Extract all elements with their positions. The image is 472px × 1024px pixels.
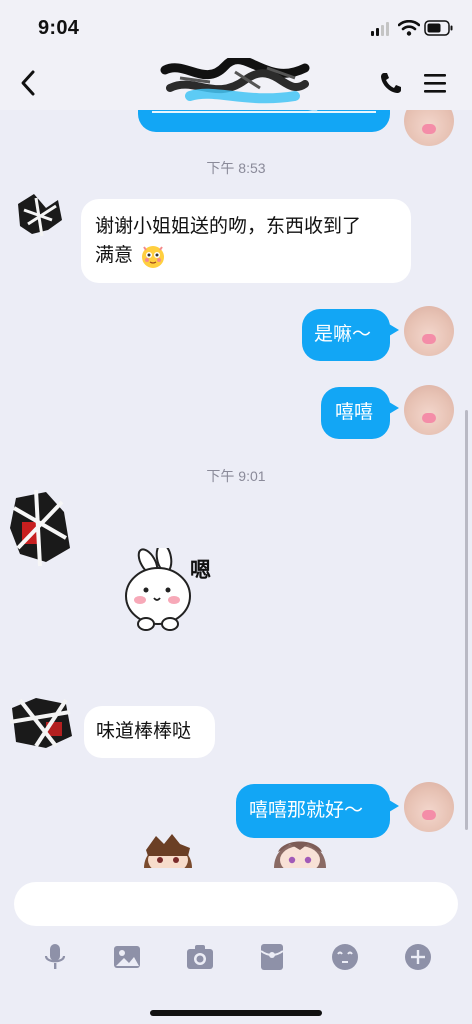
image-icon[interactable]: [112, 942, 142, 972]
message-bubble-out-partial[interactable]: [138, 110, 390, 132]
bubble-tail: [389, 324, 399, 336]
wifi-icon: [398, 20, 420, 36]
my-avatar[interactable]: [404, 385, 454, 435]
contact-name-redacted: [160, 58, 310, 104]
input-area: [0, 868, 472, 1024]
message-bubble-in[interactable]: 谢谢小姐姐送的吻，东西收到了 满意: [81, 199, 411, 283]
my-avatar[interactable]: [404, 782, 454, 832]
plus-icon[interactable]: [403, 942, 433, 972]
message-input[interactable]: [14, 882, 458, 926]
battery-icon: [424, 20, 453, 36]
nav-bar: [0, 58, 472, 110]
message-bubble-out[interactable]: 是嘛～: [302, 309, 390, 361]
status-bar: 9:04: [0, 0, 472, 58]
message-text: 嘻嘻那就好～: [249, 800, 364, 821]
bubble-tail: [389, 800, 399, 812]
bubble-tail: [389, 402, 399, 414]
blushing-emoji-icon: [142, 246, 164, 268]
home-indicator[interactable]: [150, 1010, 322, 1016]
contact-avatar[interactable]: [6, 488, 76, 568]
message-bubble-out[interactable]: 嘻嘻: [321, 387, 390, 439]
back-icon[interactable]: [14, 66, 42, 100]
timestamp-divider: 下午 9:01: [206, 468, 266, 484]
message-line-1: 谢谢小姐姐送的吻，东西收到了: [95, 216, 362, 237]
cellular-signal-icon: [371, 22, 389, 36]
my-avatar[interactable]: [404, 306, 454, 356]
red-packet-icon[interactable]: [257, 942, 287, 972]
message-bubble-in[interactable]: 味道棒棒哒: [84, 706, 215, 758]
message-text: 是嘛～: [314, 324, 372, 345]
microphone-icon[interactable]: [40, 942, 70, 972]
timestamp-divider: 下午 8:53: [206, 160, 266, 176]
message-line-2: 满意: [95, 245, 134, 266]
menu-icon[interactable]: [422, 71, 448, 95]
chat-area[interactable]: 下午 8:53 谢谢小姐姐送的吻，东西收到了 满意 是嘛～ 嘻嘻 下午 9:01: [0, 110, 472, 868]
sticker-caption: 嗯: [190, 559, 211, 582]
scrollbar[interactable]: [465, 410, 468, 830]
contact-avatar[interactable]: [6, 692, 76, 752]
camera-icon[interactable]: [185, 942, 215, 972]
message-text: 味道棒棒哒: [96, 721, 192, 742]
contact-avatar[interactable]: [12, 190, 72, 246]
emoji-icon[interactable]: [330, 942, 360, 972]
redacted-link-scribble: [152, 110, 376, 113]
my-avatar[interactable]: [404, 110, 454, 146]
chibi-boy-decoration: [144, 834, 192, 868]
bunny-sticker[interactable]: [118, 548, 228, 638]
message-text: 嘻嘻: [335, 402, 374, 423]
phone-call-icon[interactable]: [378, 70, 404, 96]
chibi-girl-decoration: [274, 841, 326, 868]
status-time: 9:04: [38, 17, 80, 39]
